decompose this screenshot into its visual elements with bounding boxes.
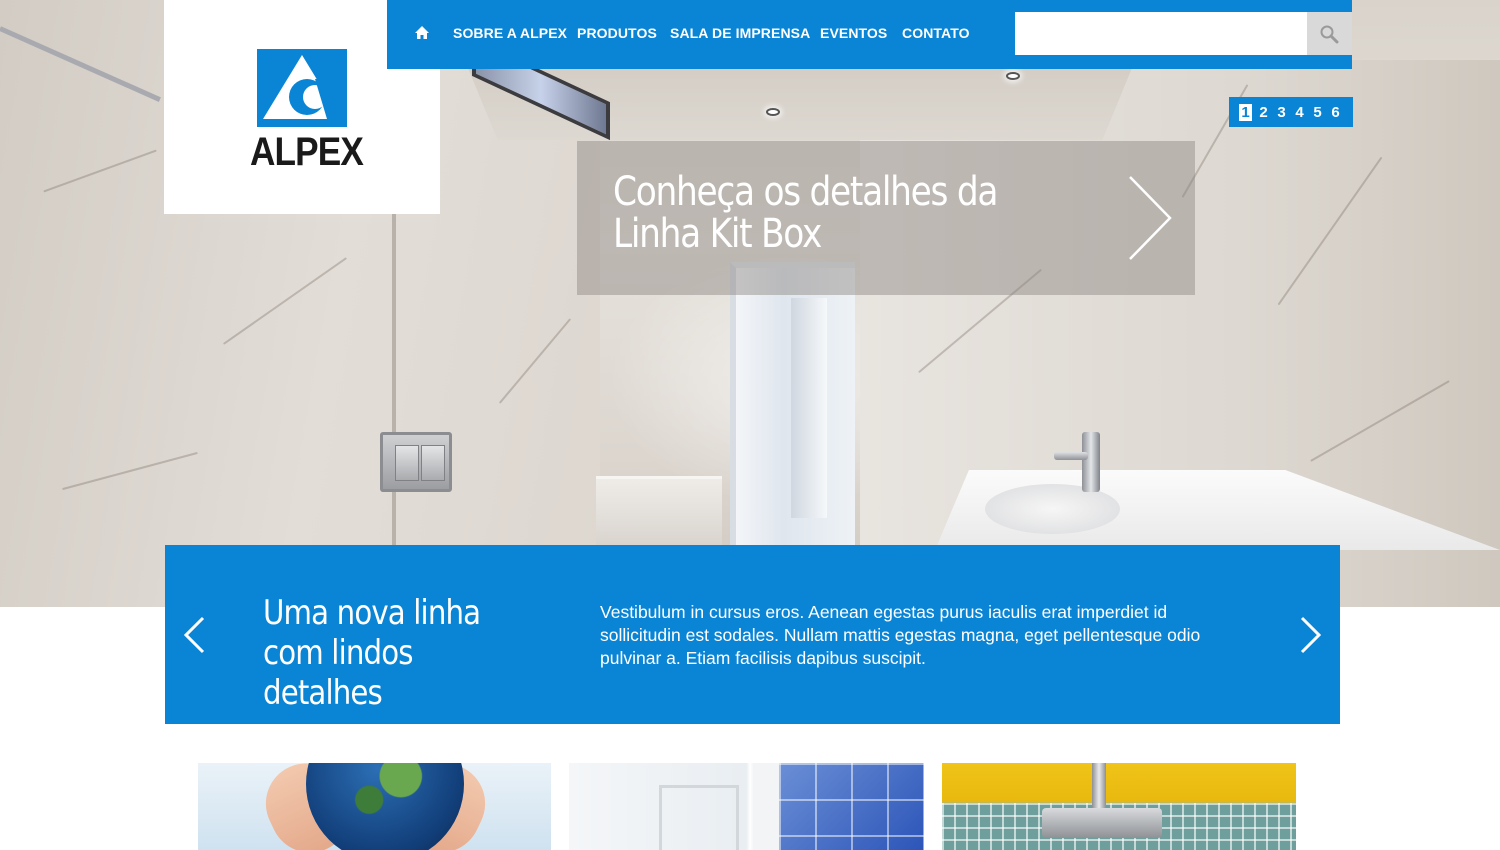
home-icon[interactable]	[413, 24, 431, 42]
logo-text: ALPEX	[250, 130, 364, 174]
hero-glass-panel	[392, 212, 396, 545]
thumbnail-shower-head[interactable]	[942, 763, 1296, 850]
pager-page-1[interactable]: 1	[1239, 103, 1252, 121]
pager-page-3[interactable]: 3	[1275, 104, 1288, 121]
hero-ceiling-lamp	[766, 108, 780, 116]
search-button[interactable]	[1307, 12, 1352, 55]
slide-pager: 1 2 3 4 5 6	[1229, 97, 1353, 127]
hero-doorway	[730, 262, 855, 545]
nav-item-produtos[interactable]: PRODUTOS	[577, 25, 657, 41]
chevron-left-icon[interactable]	[181, 615, 207, 655]
hero-ceiling-lamp	[1006, 72, 1020, 80]
search-icon	[1320, 25, 1339, 44]
chevron-right-icon[interactable]	[1125, 175, 1175, 261]
search-input[interactable]	[1015, 12, 1308, 55]
hero-caption[interactable]: Conheça os detalhes da Linha Kit Box	[577, 141, 1195, 295]
feature-description: Vestibulum in cursus eros. Aenean egesta…	[600, 602, 1201, 668]
feature-banner: Uma nova linha com lindos detalhes Vesti…	[165, 545, 1340, 724]
globe-image	[306, 763, 464, 850]
hero-ledge	[596, 476, 722, 545]
nav-item-sala-de-imprensa[interactable]: SALA DE IMPRENSA	[670, 25, 810, 41]
main-nav: SOBRE A ALPEX PRODUTOS SALA DE IMPRENSA …	[387, 0, 1352, 69]
pager-page-4[interactable]: 4	[1293, 104, 1306, 121]
thumbnail-shower-head-image	[1042, 808, 1162, 838]
thumbnail-door-frame	[659, 785, 739, 850]
pager-page-6[interactable]: 6	[1329, 104, 1342, 121]
pager-page-2[interactable]: 2	[1257, 104, 1270, 121]
nav-item-eventos[interactable]: EVENTOS	[820, 25, 887, 41]
thumbnail-shower[interactable]	[569, 763, 924, 850]
logo-mark-icon	[257, 49, 347, 127]
hero-flush-plate	[380, 432, 452, 492]
nav-item-contato[interactable]: CONTATO	[902, 25, 970, 41]
chevron-right-icon[interactable]	[1298, 615, 1324, 655]
hero-basin	[985, 484, 1120, 534]
thumbnail-blue-tiles	[779, 763, 924, 850]
feature-title: Uma nova linha com lindos detalhes	[263, 593, 481, 713]
nav-item-sobre[interactable]: SOBRE A ALPEX	[453, 25, 567, 41]
hero-faucet	[1054, 432, 1100, 492]
hero-caption-title: Conheça os detalhes da Linha Kit Box	[613, 169, 998, 257]
thumbnail-globe[interactable]	[198, 763, 551, 850]
pager-page-5[interactable]: 5	[1311, 104, 1324, 121]
